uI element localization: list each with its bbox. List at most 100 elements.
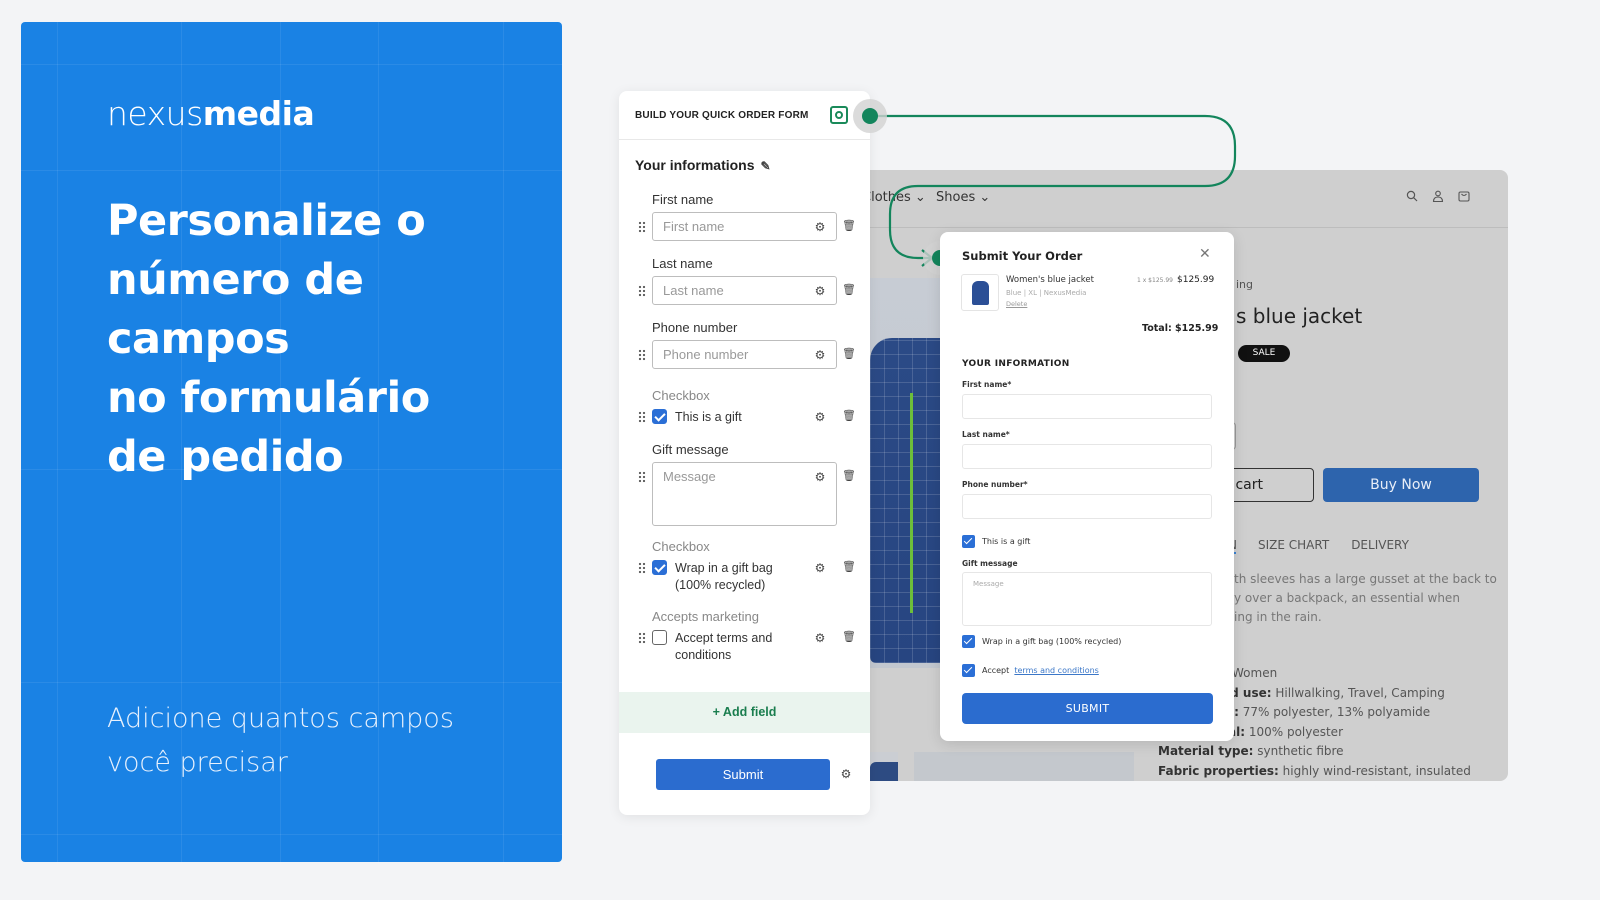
accept-text: Accept terms and conditions <box>982 666 1099 675</box>
pencil-icon[interactable]: ✎ <box>761 159 771 173</box>
spec-value: Women <box>1232 666 1278 680</box>
modal-section-title: YOUR INFORMATION <box>962 359 1070 369</box>
field-label: Gift message <box>962 559 1018 568</box>
trash-icon[interactable]: 🗑 <box>842 284 856 296</box>
trash-icon[interactable]: 🗑 <box>842 631 856 643</box>
gear-icon[interactable]: ⚙ <box>814 349 826 361</box>
spec-value: 100% polyester <box>1245 724 1344 739</box>
add-field-button[interactable]: + Add field <box>619 692 870 733</box>
builder-submit-button[interactable]: Submit <box>656 759 830 790</box>
checkbox-text: This is a gift <box>982 537 1031 546</box>
tab-size-chart[interactable]: SIZE CHART <box>1258 538 1329 554</box>
modal-submit-button[interactable]: SUBMIT <box>962 693 1213 724</box>
sale-badge: SALE <box>1238 345 1290 362</box>
field-label: Last name <box>652 256 713 271</box>
phone-number-input[interactable] <box>962 494 1212 519</box>
description-line: y over a backpack, an essential when <box>1234 591 1460 605</box>
field-label: Checkbox <box>652 539 710 554</box>
builder-title: BUILD YOUR QUICK ORDER FORM <box>635 110 809 121</box>
spec-key: Material type: <box>1158 744 1254 758</box>
section-title-text: Your informations <box>635 157 755 173</box>
spec-key: Fabric properties: <box>1158 763 1279 778</box>
gift-bag-checkbox[interactable] <box>652 560 667 575</box>
gift-checkbox[interactable] <box>652 409 667 424</box>
jacket-zip <box>910 393 913 613</box>
account-icon[interactable] <box>1432 190 1444 203</box>
checkbox-text: This is a gift <box>675 410 742 424</box>
last-name-input[interactable] <box>962 444 1212 469</box>
checkbox-text: Accept terms and conditions <box>675 631 773 662</box>
gear-icon[interactable]: ⚙ <box>814 411 826 423</box>
nav-shoes[interactable]: Shoes ⌄ <box>936 190 990 205</box>
buy-now-button[interactable]: Buy Now <box>1323 468 1479 502</box>
last-name-field[interactable]: Last name <box>652 276 837 305</box>
drag-handle-icon[interactable] <box>638 632 646 644</box>
product-tabs: N SIZE CHART DELIVERY <box>1228 538 1409 554</box>
trash-icon[interactable]: 🗑 <box>842 410 856 422</box>
product-thumbnails <box>848 752 1138 781</box>
item-thumbnail <box>961 274 999 311</box>
tab-delivery[interactable]: DELIVERY <box>1351 538 1409 554</box>
field-label: Accepts marketing <box>652 609 759 624</box>
product-description: th sleeves has a large gusset at the bac… <box>1234 570 1504 627</box>
accept-terms-checkbox[interactable] <box>962 664 975 677</box>
grid-line <box>21 170 562 171</box>
headline-line: no formulário <box>107 373 430 423</box>
modal-title: Submit Your Order <box>962 249 1083 263</box>
drag-handle-icon[interactable] <box>638 349 646 361</box>
item-delete-link[interactable]: Delete <box>1006 300 1027 308</box>
trash-icon[interactable]: 🗑 <box>842 220 856 232</box>
description-line: ing in the rain. <box>1234 610 1322 624</box>
gear-icon[interactable]: ⚙ <box>840 768 852 780</box>
trash-icon[interactable]: 🗑 <box>842 470 856 482</box>
gear-icon[interactable]: ⚙ <box>814 562 826 574</box>
accept-prefix: Accept <box>982 666 1010 675</box>
field-label: Gift message <box>652 442 729 457</box>
drag-handle-icon[interactable] <box>638 221 646 233</box>
gift-message-input[interactable]: Message <box>962 572 1212 626</box>
hero-panel: nexusmedia Personalize o número de campo… <box>21 22 562 862</box>
close-icon[interactable]: ✕ <box>1199 246 1211 262</box>
terms-link[interactable]: terms and conditions <box>1014 666 1098 675</box>
jacket-graphic <box>870 338 943 663</box>
spec-value: 77% polyester, 13% polyamide <box>1238 705 1431 719</box>
item-unit-price: 1 x $125.99 <box>1137 277 1173 284</box>
store-nav: Clothes ⌄ Shoes ⌄ <box>848 170 1508 228</box>
first-name-input[interactable] <box>962 394 1212 419</box>
field-label: First name <box>652 192 714 207</box>
trash-icon[interactable]: 🗑 <box>842 561 856 573</box>
grid-line <box>21 64 562 65</box>
eye-preview-icon[interactable] <box>830 106 848 124</box>
first-name-field[interactable]: First name <box>652 212 837 241</box>
cart-icon[interactable] <box>1458 190 1470 202</box>
gear-icon[interactable]: ⚙ <box>814 471 826 483</box>
field-label: Phone number* <box>962 480 1028 489</box>
nav-clothes[interactable]: Clothes ⌄ <box>862 190 926 205</box>
order-total: Total: $125.99 <box>1142 323 1219 334</box>
checkbox-text: Wrap in a gift bag (100% recycled) <box>982 637 1122 646</box>
brand-logo: nexusmedia <box>107 94 315 133</box>
headline-line: número de campos <box>107 255 364 364</box>
field-label: Phone number <box>652 320 738 335</box>
headline-line: de pedido <box>107 432 344 482</box>
gear-icon[interactable]: ⚙ <box>814 632 826 644</box>
drag-handle-icon[interactable] <box>638 285 646 297</box>
grid-line <box>21 682 562 683</box>
gift-checkbox[interactable] <box>962 535 975 548</box>
subline-line: você precisar <box>107 747 288 778</box>
logo-bold: media <box>202 94 315 133</box>
gift-message-field[interactable]: Message <box>652 462 837 526</box>
search-icon[interactable] <box>1406 190 1418 202</box>
gift-bag-checkbox[interactable] <box>962 635 975 648</box>
gear-icon[interactable]: ⚙ <box>814 221 826 233</box>
accept-terms-checkbox[interactable] <box>652 630 667 645</box>
drag-handle-icon[interactable] <box>638 471 646 483</box>
thumbnail[interactable] <box>914 752 1134 781</box>
gear-icon[interactable]: ⚙ <box>814 285 826 297</box>
drag-handle-icon[interactable] <box>638 562 646 574</box>
phone-number-field[interactable]: Phone number <box>652 340 837 369</box>
drag-handle-icon[interactable] <box>638 411 646 423</box>
spec-row: Fabric properties: highly wind-resistant… <box>1158 762 1471 782</box>
section-title: Your informations ✎ <box>635 157 771 173</box>
trash-icon[interactable]: 🗑 <box>842 348 856 360</box>
